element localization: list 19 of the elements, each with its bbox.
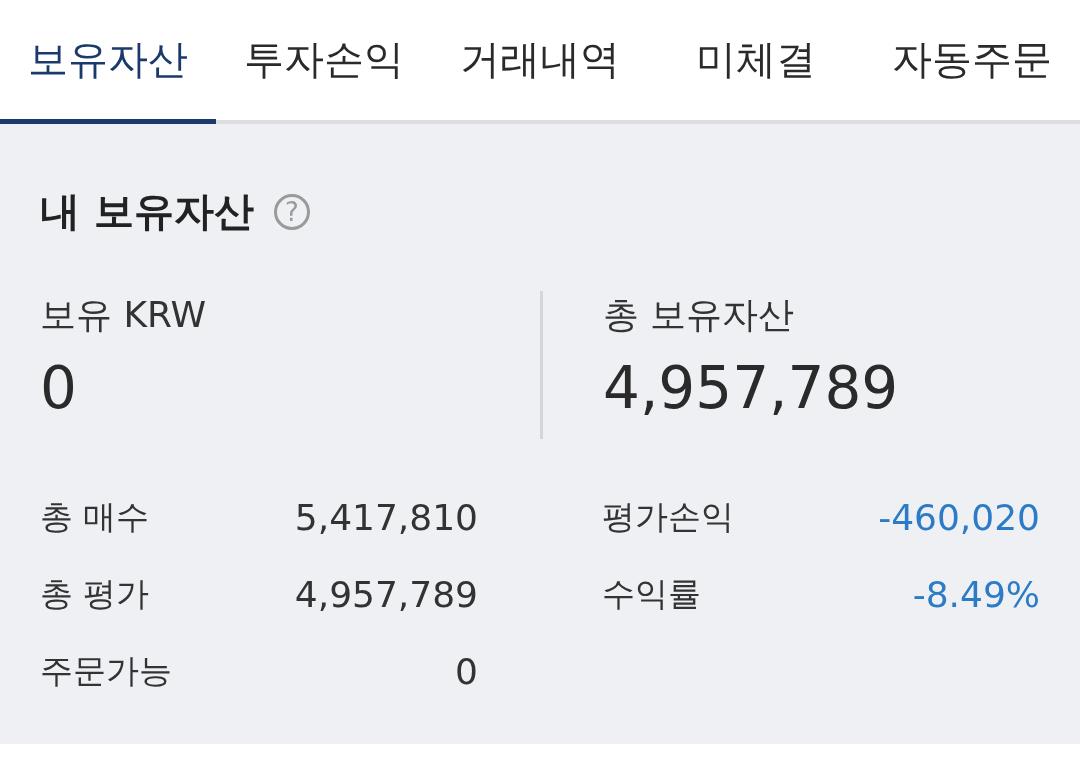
stat-label: 총 평가 — [40, 573, 150, 615]
stat-value: 0 — [455, 651, 478, 692]
stat-label: 주문가능 — [40, 650, 172, 692]
section-title: 내 보유자산 — [40, 187, 254, 236]
stat-value: -8.49% — [912, 574, 1040, 615]
balance-label: 총 보유자산 — [603, 293, 796, 337]
balance-value: 4,957,789 — [603, 354, 900, 422]
balance-value: 0 — [40, 354, 78, 422]
stat-value: 5,417,810 — [294, 497, 478, 538]
tab[interactable]: 거래내역 — [432, 0, 648, 124]
stat-value: -460,020 — [878, 497, 1040, 538]
tab[interactable]: 미체결 — [648, 0, 864, 124]
stat-value: 4,957,789 — [294, 574, 478, 615]
stat-label: 총 매수 — [40, 496, 150, 538]
balance-label: 보유 KRW — [40, 293, 208, 337]
tab[interactable]: 투자손익 — [216, 0, 432, 124]
stat-label: 수익률 — [602, 573, 701, 615]
tab[interactable]: 자동주문 — [864, 0, 1080, 124]
stat-label: 평가손익 — [602, 496, 734, 538]
